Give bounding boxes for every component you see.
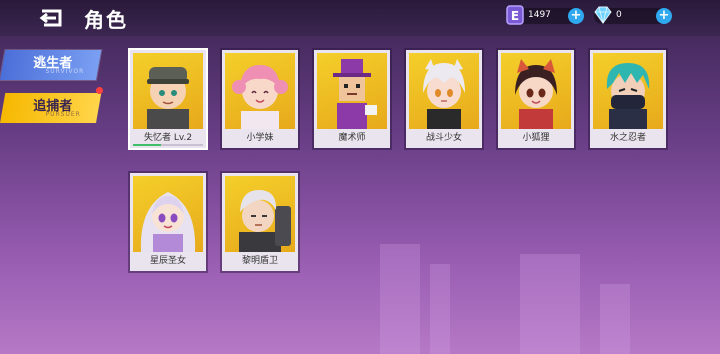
character-name: 魔术师 xyxy=(338,133,366,143)
character-name: 战斗少女 xyxy=(425,133,462,143)
character-name: 小狐狸 xyxy=(522,133,550,143)
level-progress-bar xyxy=(133,144,203,146)
character-portrait xyxy=(225,53,295,129)
character-portrait xyxy=(593,53,663,129)
character-card-water-ninja[interactable]: 水之忍者 xyxy=(590,50,666,148)
background-decoration xyxy=(380,244,630,354)
character-name: 小学妹 xyxy=(246,133,274,143)
character-portrait xyxy=(409,53,479,129)
page-title: 角色 xyxy=(84,8,128,32)
level-progress-fill xyxy=(133,144,161,146)
energy-crystal-icon: E xyxy=(506,5,524,25)
diamond-currency: 0 + xyxy=(594,6,672,24)
diamond-value: 0 xyxy=(616,10,622,20)
character-portrait xyxy=(501,53,571,129)
add-energy-button[interactable]: + xyxy=(568,8,584,24)
tab-survivor-sublabel: SURVIVOR xyxy=(45,68,85,75)
notification-dot xyxy=(96,87,103,94)
character-name: 水之忍者 xyxy=(609,133,646,143)
svg-text:E: E xyxy=(511,9,519,23)
character-card-amnesiac[interactable]: 失忆者 Lv.2 xyxy=(130,50,206,148)
character-portrait xyxy=(317,53,387,129)
character-card-magician[interactable]: 魔术师 xyxy=(314,50,390,148)
character-card-schoolgirl[interactable]: 小学妹 xyxy=(222,50,298,148)
energy-currency: E 1497 + xyxy=(506,5,584,25)
tab-survivor[interactable]: 逃生者 SURVIVOR xyxy=(0,50,102,80)
tab-pursuer-sublabel: PURSUER xyxy=(45,111,81,118)
character-card-little-fox[interactable]: 小狐狸 xyxy=(498,50,574,148)
character-portrait xyxy=(133,53,203,129)
character-card-battle-girl[interactable]: 战斗少女 xyxy=(406,50,482,148)
character-name: 失忆者 Lv.2 xyxy=(143,133,193,143)
energy-value: 1497 xyxy=(528,10,551,20)
diamond-icon xyxy=(594,6,612,24)
back-button[interactable] xyxy=(36,6,68,30)
add-diamond-button[interactable]: + xyxy=(656,8,672,24)
tab-pursuer[interactable]: 追捕者 PURSUER xyxy=(0,93,102,123)
back-arrow-icon xyxy=(39,9,62,27)
